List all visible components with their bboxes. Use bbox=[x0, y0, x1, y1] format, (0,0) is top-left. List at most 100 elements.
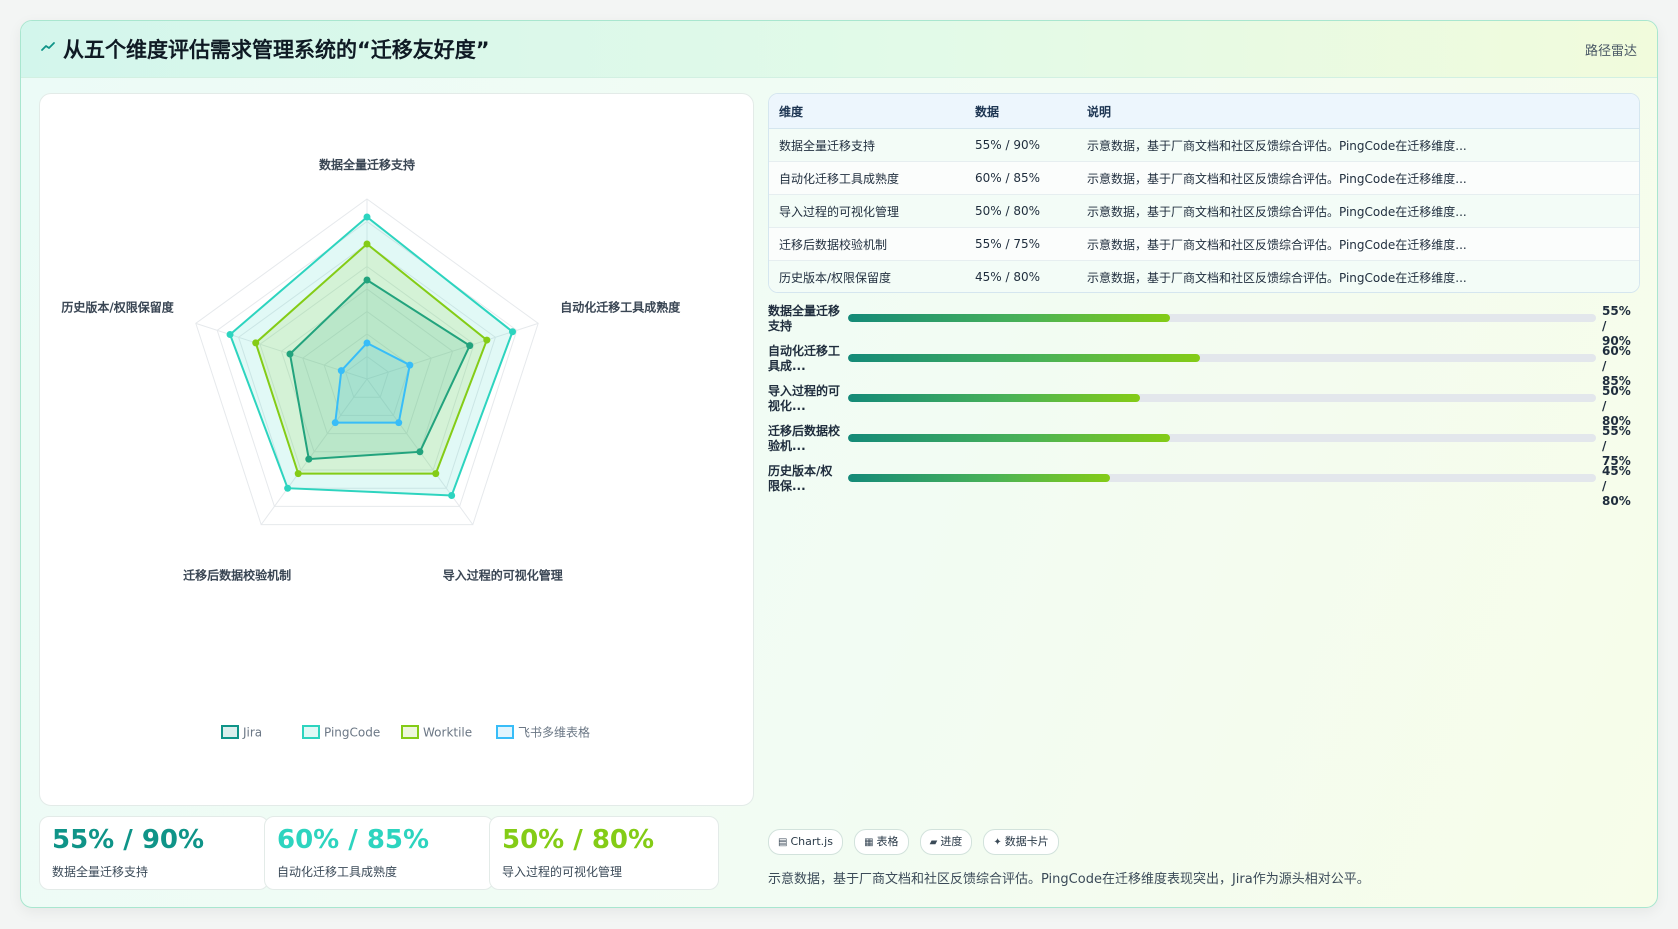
legend-label: 飞书多维表格 bbox=[518, 725, 590, 740]
progress-row: 导入过程的可视化... 50% / 80% bbox=[768, 384, 1638, 428]
table-cell: 示意数据，基于厂商文档和社区反馈综合评估。PingCode在迁移维度... bbox=[1077, 227, 1639, 261]
progress-icon: ▰ bbox=[929, 837, 938, 848]
radar-point bbox=[284, 484, 292, 492]
table-cell: 示意数据，基于厂商文档和社区反馈综合评估。PingCode在迁移维度... bbox=[1077, 194, 1639, 228]
progress-fill bbox=[848, 394, 1140, 402]
progress-value: 45% / 80% bbox=[1602, 464, 1631, 508]
table-row: 自动化迁移工具成熟度 60% / 85% 示意数据，基于厂商文档和社区反馈综合评… bbox=[769, 161, 1639, 195]
progress-label: 导入过程的可视化... bbox=[768, 384, 841, 413]
chip-data-card[interactable]: ✦ 数据卡片 bbox=[983, 829, 1059, 855]
radar-chart: 数据全量迁移支持自动化迁移工具成熟度导入过程的可视化管理 迁移后数据校验机制 历史版… bbox=[61, 157, 681, 740]
radar-axis-label: 历史版本/权限保留度 bbox=[61, 299, 174, 314]
header-tag: 路径雷达 bbox=[1584, 44, 1637, 59]
legend-label: PingCode bbox=[324, 726, 380, 740]
stat-value: 60% / 85% bbox=[277, 825, 430, 855]
stat-label: 数据全量迁移支持 bbox=[52, 865, 149, 879]
table-cell: 数据全量迁移支持 bbox=[769, 128, 965, 162]
chip-chartjs[interactable]: ▤ Chart.js bbox=[768, 829, 843, 855]
progress-fill bbox=[848, 354, 1200, 362]
radar-point bbox=[252, 339, 260, 347]
chart-icon: ▤ bbox=[778, 837, 788, 848]
radar-point bbox=[226, 331, 234, 339]
table-cell: 50% / 80% bbox=[965, 194, 1077, 228]
radar-point bbox=[448, 491, 456, 499]
progress-track bbox=[848, 354, 1596, 362]
table-cell: 示意数据，基于厂商文档和社区反馈综合评估。PingCode在迁移维度... bbox=[1077, 128, 1639, 162]
radar-axis-label: 自动化迁移工具成熟度 bbox=[560, 299, 681, 314]
card-icon: ✦ bbox=[993, 837, 1002, 848]
radar-axis-label: 数据全量迁移支持 bbox=[319, 157, 415, 172]
stat-card-2: 60% / 85% 自动化迁移工具成熟度 bbox=[264, 816, 494, 890]
legend-swatch bbox=[401, 725, 419, 739]
radar-point bbox=[509, 328, 517, 336]
stat-card-1: 55% / 90% 数据全量迁移支持 bbox=[39, 816, 269, 890]
table-cell: 60% / 85% bbox=[965, 161, 1077, 195]
table-cell: 自动化迁移工具成熟度 bbox=[769, 161, 965, 195]
progress-row: 数据全量迁移支持 55% / 90% bbox=[768, 304, 1638, 348]
radar-point bbox=[363, 240, 371, 248]
stat-value: 50% / 80% bbox=[502, 825, 655, 855]
chip-label: 数据卡片 bbox=[1004, 835, 1049, 848]
column-header: 数据 bbox=[965, 94, 1077, 129]
table-header-row: 维度 数据 说明 bbox=[769, 94, 1639, 129]
radar-point bbox=[294, 470, 302, 478]
table-row: 历史版本/权限保留度 45% / 80% 示意数据，基于厂商文档和社区反馈综合评… bbox=[769, 260, 1639, 292]
table-row: 迁移后数据校验机制 55% / 75% 示意数据，基于厂商文档和社区反馈综合评估… bbox=[769, 227, 1639, 261]
table-row: 数据全量迁移支持 55% / 90% 示意数据，基于厂商文档和社区反馈综合评估。… bbox=[769, 128, 1639, 162]
legend-swatch bbox=[221, 725, 239, 739]
data-table: 维度 数据 说明 数据全量迁移支持 55% / 90% 示意数据，基于厂商文档和… bbox=[768, 93, 1640, 293]
stat-label: 自动化迁移工具成熟度 bbox=[277, 865, 398, 879]
radar-point bbox=[363, 339, 371, 347]
table-cell: 历史版本/权限保留度 bbox=[769, 260, 965, 292]
table-cell: 导入过程的可视化管理 bbox=[769, 194, 965, 228]
progress-track bbox=[848, 394, 1596, 402]
table-cell: 55% / 90% bbox=[965, 128, 1077, 162]
radar-point bbox=[483, 336, 491, 344]
progress-fill bbox=[848, 314, 1170, 322]
table-cell: 迁移后数据校验机制 bbox=[769, 227, 965, 261]
chip-table[interactable]: ▦ 表格 bbox=[854, 829, 909, 855]
progress-fill bbox=[848, 474, 1110, 482]
progress-value: 55% / 90% bbox=[1602, 304, 1631, 348]
chip-progress[interactable]: ▰ 进度 bbox=[919, 829, 973, 855]
progress-row: 历史版本/权限保... 45% / 80% bbox=[768, 464, 1638, 508]
radar-axis-label: 迁移后数据校验机制 bbox=[183, 568, 291, 583]
progress-label: 历史版本/权限保... bbox=[768, 464, 833, 493]
column-header: 维度 bbox=[769, 94, 965, 129]
legend-label: Jira bbox=[242, 726, 262, 740]
chip-label: 表格 bbox=[876, 835, 899, 848]
dashboard-card: 从五个维度评估需求管理系统的“迁移友好度” 路径雷达 数据全量迁移支持 自动化迁移… bbox=[20, 20, 1658, 908]
chip-label: 进度 bbox=[940, 835, 963, 848]
progress-value: 50% / 80% bbox=[1602, 384, 1631, 428]
progress-track bbox=[848, 474, 1596, 482]
table-cell: 示意数据，基于厂商文档和社区反馈综合评估。PingCode在迁移维度... bbox=[1077, 161, 1639, 195]
radar-point bbox=[406, 361, 414, 369]
progress-fill bbox=[848, 434, 1170, 442]
progress-value: 55% / 75% bbox=[1602, 424, 1631, 468]
page-title: 从五个维度评估需求管理系统的“迁移友好度” bbox=[63, 38, 490, 62]
radar-point bbox=[331, 419, 339, 427]
progress-list: 数据全量迁移支持 55% / 90% 自动化迁移工具成... 60% / 85%… bbox=[768, 304, 1638, 508]
footnote: 示意数据，基于厂商文档和社区反馈综合评估。PingCode在迁移维度表现突出，J… bbox=[768, 872, 1370, 887]
column-header: 说明 bbox=[1077, 94, 1639, 129]
legend-swatch bbox=[302, 725, 320, 739]
path-icon bbox=[41, 42, 55, 51]
table-icon: ▦ bbox=[864, 837, 874, 848]
table-cell: 示意数据，基于厂商文档和社区反馈综合评估。PingCode在迁移维度... bbox=[1077, 260, 1639, 292]
radar-axis-label: 导入过程的可视化管理 bbox=[443, 568, 563, 583]
progress-row: 自动化迁移工具成... 60% / 85% bbox=[768, 344, 1638, 388]
radar-point bbox=[337, 367, 345, 375]
header: 从五个维度评估需求管理系统的“迁移友好度” 路径雷达 bbox=[21, 21, 1657, 78]
table-cell: 55% / 75% bbox=[965, 227, 1077, 261]
radar-chart-panel: 数据全量迁移支持自动化迁移工具成熟度导入过程的可视化管理 迁移后数据校验机制 历史版… bbox=[39, 93, 754, 806]
legend-swatch bbox=[496, 725, 514, 739]
radar-point bbox=[395, 419, 403, 427]
radar-point bbox=[432, 470, 440, 478]
progress-value: 60% / 85% bbox=[1602, 344, 1631, 388]
table-row: 导入过程的可视化管理 50% / 80% 示意数据，基于厂商文档和社区反馈综合评… bbox=[769, 194, 1639, 228]
stat-card-3: 50% / 80% 导入过程的可视化管理 bbox=[489, 816, 719, 890]
progress-track bbox=[848, 314, 1596, 322]
progress-row: 迁移后数据校验机... 55% / 75% bbox=[768, 424, 1638, 468]
progress-label: 迁移后数据校验机... bbox=[768, 424, 841, 453]
progress-track bbox=[848, 434, 1596, 442]
